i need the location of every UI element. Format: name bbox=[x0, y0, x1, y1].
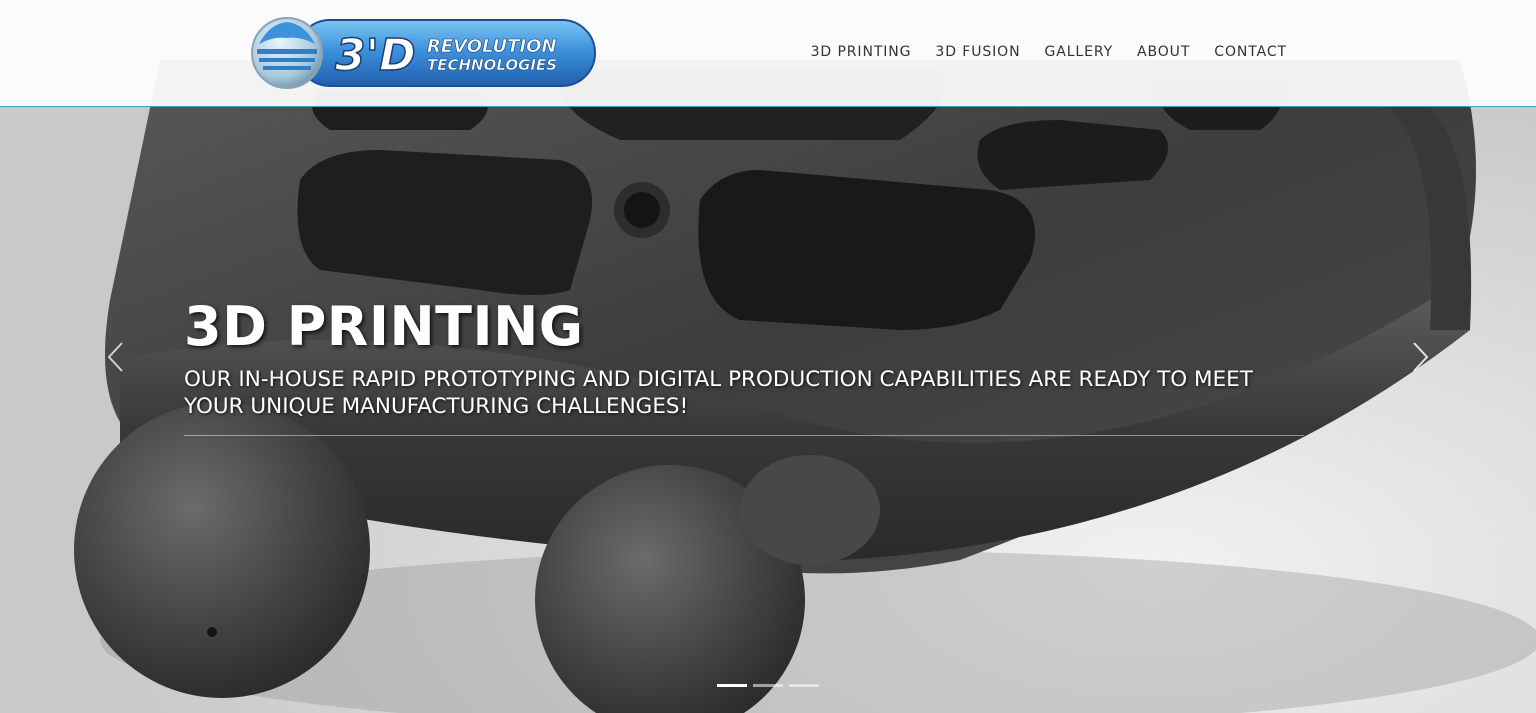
brand-mark: 3'D bbox=[335, 30, 416, 81]
brand-logo-graphic: 3'D REVOLUTION TECHNOLOGIES bbox=[251, 17, 596, 89]
brand-line2: TECHNOLOGIES bbox=[427, 56, 557, 74]
slide-caption: 3D PRINTING OUR IN-HOUSE RAPID PROTOTYPI… bbox=[184, 294, 1304, 436]
carousel-indicator-1[interactable] bbox=[717, 684, 747, 687]
main-nav: 3D PRINTING 3D FUSION GALLERY ABOUT CONT… bbox=[799, 44, 1287, 60]
carousel-indicators bbox=[717, 684, 819, 687]
carousel-indicator-2[interactable] bbox=[753, 684, 783, 687]
slide-title: 3D PRINTING bbox=[184, 295, 584, 358]
brand-wordmark: 3'D REVOLUTION TECHNOLOGIES bbox=[334, 29, 557, 82]
brand-logo[interactable]: 3'D REVOLUTION TECHNOLOGIES bbox=[249, 16, 597, 90]
nav-item-contact[interactable]: CONTACT bbox=[1202, 44, 1287, 60]
nav-item-3d-printing[interactable]: 3D PRINTING bbox=[799, 44, 924, 60]
carousel-next-button[interactable] bbox=[1408, 340, 1432, 374]
chevron-right-icon bbox=[1413, 342, 1429, 372]
slide-subtitle: OUR IN-HOUSE RAPID PROTOTYPING AND DIGIT… bbox=[184, 367, 1253, 419]
site-header: 3'D REVOLUTION TECHNOLOGIES 3D PRINTING … bbox=[0, 0, 1536, 107]
carousel-indicator-3[interactable] bbox=[789, 684, 819, 687]
nav-item-gallery[interactable]: GALLERY bbox=[1032, 44, 1125, 60]
nav-item-about[interactable]: ABOUT bbox=[1125, 44, 1202, 60]
caption-divider bbox=[184, 435, 1304, 436]
carousel-prev-button[interactable] bbox=[104, 340, 128, 374]
brand-line1: REVOLUTION bbox=[427, 36, 557, 57]
chevron-left-icon bbox=[107, 342, 123, 372]
nav-item-3d-fusion[interactable]: 3D FUSION bbox=[923, 44, 1032, 60]
